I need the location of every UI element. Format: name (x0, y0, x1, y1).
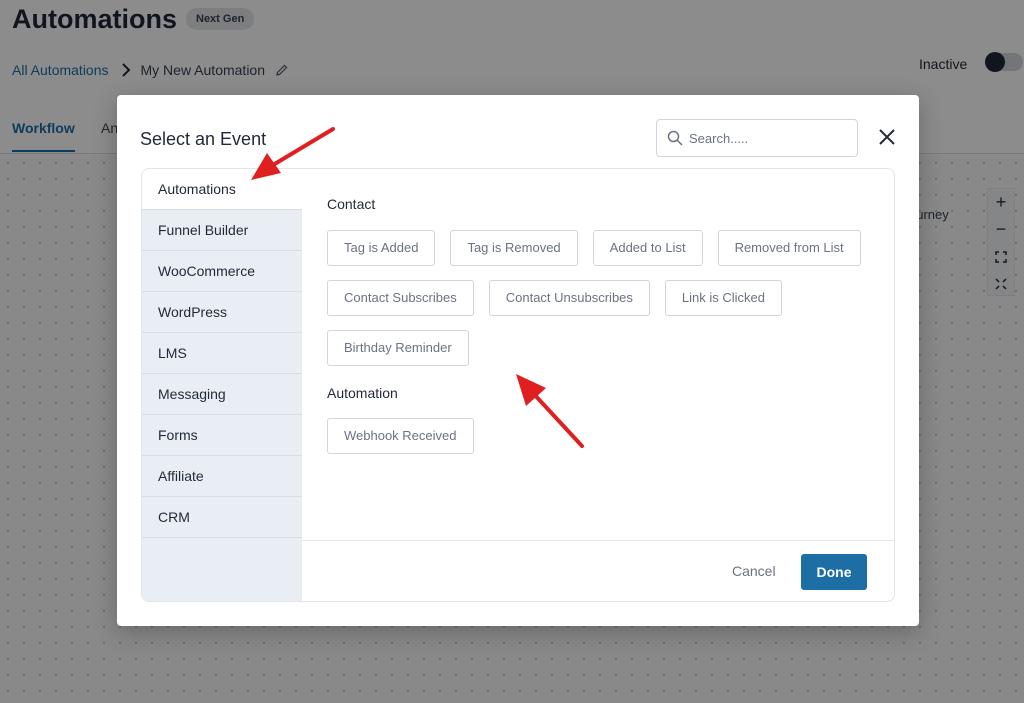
sidebar-item-funnel-builder[interactable]: Funnel Builder (142, 210, 302, 251)
event-row: Birthday Reminder (327, 330, 469, 366)
event-row: Tag is Added Tag is Removed Added to Lis… (327, 230, 861, 266)
select-event-modal: Select an Event Automations Funnel Build… (117, 95, 919, 626)
event-link-is-clicked[interactable]: Link is Clicked (664, 280, 782, 316)
sidebar-item-lms[interactable]: LMS (142, 333, 302, 374)
event-list: Contact Tag is Added Tag is Removed Adde… (302, 169, 894, 541)
event-row: Webhook Received (327, 418, 474, 454)
event-tag-is-removed[interactable]: Tag is Removed (450, 230, 578, 266)
search-icon (667, 130, 683, 146)
annotation-arrow-icon (516, 374, 584, 448)
sidebar-item-wordpress[interactable]: WordPress (142, 292, 302, 333)
event-removed-from-list[interactable]: Removed from List (717, 230, 861, 266)
event-category-sidebar: Automations Funnel Builder WooCommerce W… (142, 169, 302, 601)
sidebar-item-woocommerce[interactable]: WooCommerce (142, 251, 302, 292)
done-button[interactable]: Done (801, 554, 867, 590)
annotation-arrow-icon (251, 127, 335, 180)
search-box[interactable] (656, 119, 858, 157)
event-tag-is-added[interactable]: Tag is Added (327, 230, 436, 266)
modal-footer: Cancel Done (302, 540, 894, 601)
event-contact-subscribes[interactable]: Contact Subscribes (327, 280, 474, 316)
section-title-contact: Contact (327, 196, 376, 212)
event-webhook-received[interactable]: Webhook Received (327, 418, 474, 454)
event-birthday-reminder[interactable]: Birthday Reminder (327, 330, 469, 366)
close-icon[interactable] (876, 126, 898, 148)
event-row: Contact Subscribes Contact Unsubscribes … (327, 280, 782, 316)
search-input[interactable] (689, 130, 849, 146)
sidebar-item-messaging[interactable]: Messaging (142, 374, 302, 415)
cancel-button[interactable]: Cancel (732, 563, 776, 579)
sidebar-item-forms[interactable]: Forms (142, 415, 302, 456)
section-title-automation: Automation (327, 385, 398, 401)
event-contact-unsubscribes[interactable]: Contact Unsubscribes (488, 280, 650, 316)
event-added-to-list[interactable]: Added to List (592, 230, 703, 266)
sidebar-item-affiliate[interactable]: Affiliate (142, 456, 302, 497)
sidebar-item-crm[interactable]: CRM (142, 497, 302, 538)
